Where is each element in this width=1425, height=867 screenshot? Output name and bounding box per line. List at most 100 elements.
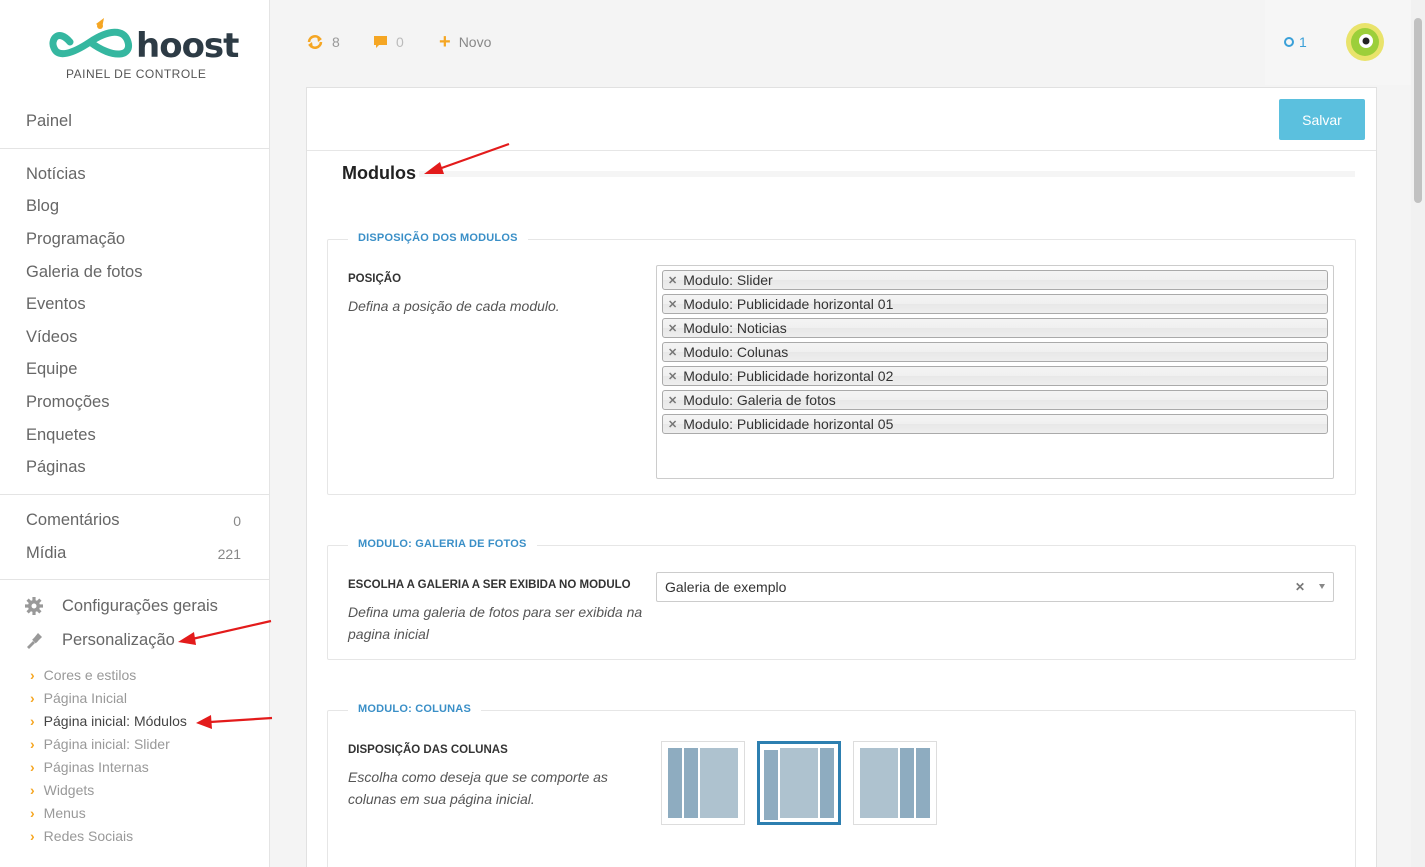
section-photo-gallery: MODULO: GALERIA DE FOTOS ESCOLHA A GALER… [327,538,1356,660]
sidebar-item-label: Personalização [62,630,175,649]
module-order-select[interactable]: ✕ Modulo: Slider ✕ Modulo: Publicidade hor… [656,265,1334,479]
chevron-right-icon: › [30,690,35,706]
sub-item-modulos[interactable]: › Página inicial: Módulos [30,713,187,729]
page-scrollbar[interactable] [1411,0,1425,867]
new-button[interactable]: + Novo [439,31,491,53]
remove-icon[interactable]: ✕ [668,346,677,359]
sub-item-cores[interactable]: › Cores e estilos [30,667,136,683]
column-shape [820,748,834,818]
updates-count: 8 [332,34,340,50]
column-layout-option-center[interactable] [757,741,841,825]
sidebar: hoost PAINEL DE CONTROLE Painel Notícias… [0,0,270,867]
remove-icon[interactable]: ✕ [668,394,677,407]
sub-item-label: Redes Sociais [43,828,134,844]
sub-item-label: Página inicial: Slider [43,736,170,752]
sub-item-redes-sociais[interactable]: › Redes Sociais [30,828,133,844]
sidebar-divider [0,579,269,580]
sub-item-label: Menus [43,805,86,821]
column-layout-option-right[interactable] [853,741,937,825]
main-panel: Salvar Modulos DISPOSIÇÃO DOS MODULOS PO… [306,87,1377,867]
column-shape [780,748,818,818]
tag-label: Modulo: Colunas [683,344,789,360]
module-tag[interactable]: ✕ Modulo: Slider [662,270,1328,290]
module-tag[interactable]: ✕ Modulo: Publicidade horizontal 02 [662,366,1328,386]
sidebar-item-videos[interactable]: Vídeos [26,328,77,347]
column-shape [860,748,898,818]
section-module-layout: DISPOSIÇÃO DOS MODULOS POSIÇÃO Defina a … [327,232,1356,495]
remove-icon[interactable]: ✕ [668,418,677,431]
title-divider [419,171,1355,177]
save-button[interactable]: Salvar [1279,99,1365,140]
notifications-button[interactable]: 1 [1283,34,1307,50]
sidebar-item-personalizacao[interactable]: Personalização [24,630,175,650]
updates-button[interactable]: 8 [306,34,340,50]
page-title: Modulos [342,163,416,183]
sidebar-item-promocoes[interactable]: Promoções [26,393,109,412]
sidebar-item-midia[interactable]: Mídia [26,544,66,563]
sidebar-item-configuracoes[interactable]: Configurações gerais [24,596,218,616]
chevron-down-icon[interactable] [1319,584,1325,589]
columns-description: Escolha como deseja que se comporte as c… [348,769,608,807]
sub-item-label: Página inicial: Módulos [43,713,187,729]
position-label: POSIÇÃO [348,273,402,285]
column-shape [700,748,738,818]
chevron-right-icon: › [30,805,35,821]
sidebar-item-enquetes[interactable]: Enquetes [26,426,96,445]
tag-label: Modulo: Publicidade horizontal 02 [683,368,894,384]
sidebar-item-blog[interactable]: Blog [26,197,59,216]
top-bar: 8 0 + Novo 1 [271,0,1411,85]
chevron-right-icon: › [30,782,35,798]
scrollbar-thumb[interactable] [1414,18,1422,203]
sidebar-item-eventos[interactable]: Eventos [26,295,86,314]
remove-icon[interactable]: ✕ [668,298,677,311]
remove-icon[interactable]: ✕ [668,274,677,287]
sidebar-item-comentarios[interactable]: Comentários [26,511,120,530]
tag-label: Modulo: Publicidade horizontal 01 [683,296,894,312]
sidebar-item-painel[interactable]: Painel [26,112,72,131]
column-shape [684,748,698,818]
section-legend: MODULO: GALERIA DE FOTOS [348,538,537,550]
column-shape [916,748,930,818]
sidebar-item-galeria[interactable]: Galeria de fotos [26,263,142,282]
sub-item-paginas-internas[interactable]: › Páginas Internas [30,759,149,775]
column-shape [900,748,914,818]
module-tag[interactable]: ✕ Modulo: Colunas [662,342,1328,362]
sidebar-divider [0,148,269,149]
sub-item-slider[interactable]: › Página inicial: Slider [30,736,170,752]
plus-icon: + [439,31,451,53]
sub-item-widgets[interactable]: › Widgets [30,782,94,798]
remove-icon[interactable]: ✕ [668,370,677,383]
gear-icon [25,597,43,615]
module-tag[interactable]: ✕ Modulo: Noticias [662,318,1328,338]
hoost-logo[interactable]: hoost PAINEL DE CONTROLE [48,18,239,88]
module-tag[interactable]: ✕ Modulo: Galeria de fotos [662,390,1328,410]
avatar[interactable] [1345,22,1385,62]
gallery-select[interactable]: Galeria de exemplo ✕ [656,572,1334,602]
gallery-selected-value: Galeria de exemplo [665,579,787,595]
sidebar-item-equipe[interactable]: Equipe [26,360,77,379]
user-area: 1 [1265,0,1411,85]
sub-item-pagina-inicial[interactable]: › Página Inicial [30,690,127,706]
position-description: Defina a posição de cada modulo. [348,298,560,314]
sidebar-item-paginas[interactable]: Páginas [26,458,86,477]
clear-icon[interactable]: ✕ [1295,580,1305,594]
notifications-count: 1 [1299,34,1307,50]
panel-header: Salvar [307,88,1376,151]
sidebar-item-programacao[interactable]: Programação [26,230,125,249]
sidebar-divider [0,494,269,495]
column-layout-option-left[interactable] [661,741,745,825]
sub-item-menus[interactable]: › Menus [30,805,86,821]
logo-brand: hoost [136,26,239,66]
sub-item-label: Widgets [43,782,95,798]
column-shape [764,750,778,820]
remove-icon[interactable]: ✕ [668,322,677,335]
logo-subtitle: PAINEL DE CONTROLE [66,67,207,81]
module-tag[interactable]: ✕ Modulo: Publicidade horizontal 05 [662,414,1328,434]
sidebar-item-noticias[interactable]: Notícias [26,165,86,184]
comments-button[interactable]: 0 [373,34,404,50]
tag-label: Modulo: Noticias [683,320,787,336]
columns-label: DISPOSIÇÃO DAS COLUNAS [348,744,508,756]
section-legend: DISPOSIÇÃO DOS MODULOS [348,232,528,244]
module-tag[interactable]: ✕ Modulo: Publicidade horizontal 01 [662,294,1328,314]
chevron-right-icon: › [30,667,35,683]
